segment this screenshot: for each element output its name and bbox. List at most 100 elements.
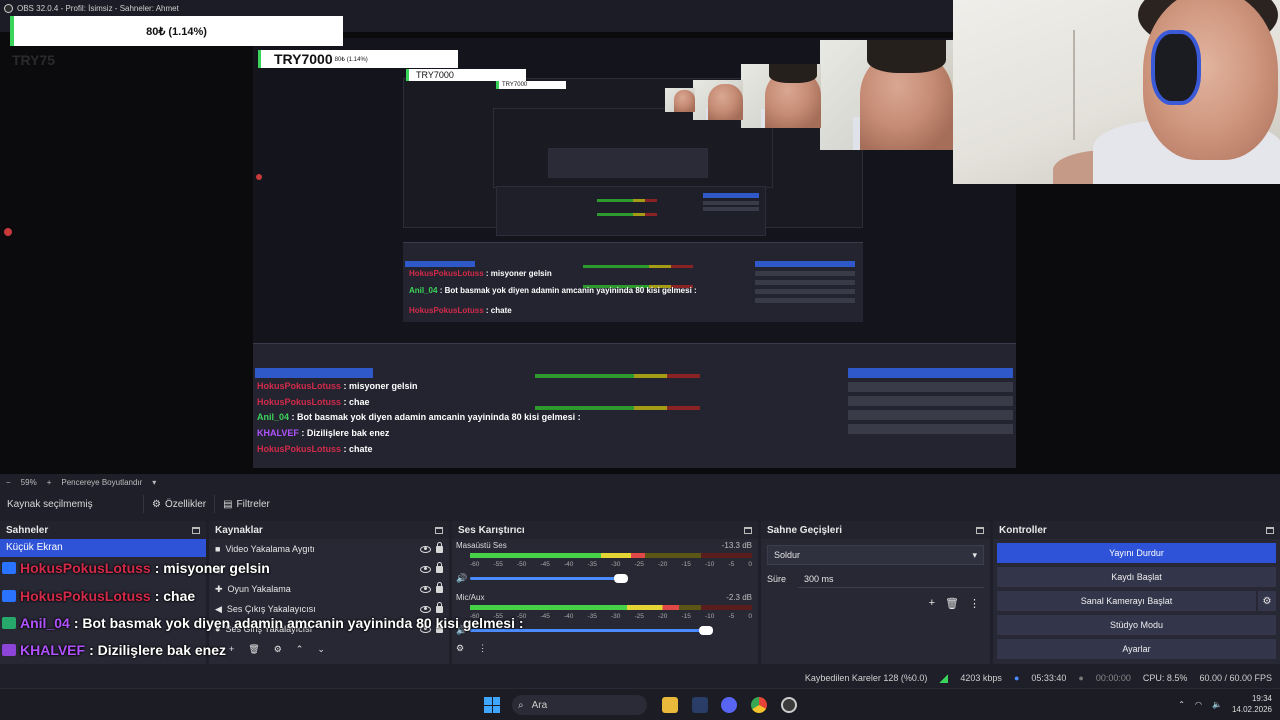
volume-slider[interactable]: [470, 574, 628, 583]
filters-button[interactable]: ▤ Filtreler: [214, 495, 278, 513]
meter-scale: -60 -55 -50 -45 -40 -35 -30 -25 -20 -15 -10 -5 0: [470, 561, 752, 569]
more-icon[interactable]: ⋮: [478, 643, 487, 654]
steam-icon[interactable]: [692, 697, 708, 713]
chevron-down-icon: ▾: [972, 549, 977, 560]
studio-mode-button[interactable]: Stüdyo Modu: [997, 615, 1276, 635]
lock-icon[interactable]: [436, 541, 443, 553]
chevron-down-icon[interactable]: ▾: [152, 478, 156, 487]
zoom-value[interactable]: 59%: [21, 478, 37, 487]
virtual-cam-button[interactable]: Sanal Kamerayı Başlat: [997, 591, 1256, 611]
nested-chat-1: HokusPokusLotuss : misyoner gelsin: [409, 269, 552, 278]
eye-icon[interactable]: [420, 545, 431, 553]
lock-icon[interactable]: [436, 561, 443, 573]
nested-chat-2: Anil_04 : Bot basmak yok diyen adamin am…: [409, 286, 697, 295]
volume-meter: [470, 553, 752, 558]
scale-tick: -45: [540, 561, 550, 568]
zoom-mode[interactable]: Pencereye Boyutlandır: [61, 478, 142, 487]
source-item[interactable]: ■ Video Yakalama Aygıtı: [209, 539, 449, 559]
badge-icon: [2, 617, 16, 629]
dock-float-icon[interactable]: [976, 526, 984, 534]
duration-input[interactable]: 300 ms: [798, 570, 984, 588]
gear-icon[interactable]: ⚙: [1258, 591, 1276, 611]
zoom-in-icon[interactable]: +: [47, 478, 52, 487]
dock-float-icon[interactable]: [192, 526, 200, 534]
chrome-icon[interactable]: [751, 697, 767, 713]
mixer-toolbar: ⚙ ⋮: [452, 643, 758, 654]
dock-float-icon[interactable]: [744, 526, 752, 534]
start-record-button[interactable]: Kaydı Başlat: [997, 567, 1276, 587]
nested-donation-1: TRY7000 80₺ (1.14%): [258, 50, 458, 68]
date: 14.02.2026: [1231, 705, 1272, 714]
record-time: 00:00:00: [1095, 673, 1131, 683]
badge-icon: [2, 644, 16, 656]
source-name: Oyun Yakalama: [227, 584, 291, 594]
file-explorer-icon[interactable]: [662, 697, 678, 713]
camera-icon: ■: [215, 544, 221, 554]
settings-button[interactable]: Ayarlar: [997, 639, 1276, 659]
badge-icon: [2, 590, 16, 602]
trash-icon[interactable]: 🗑: [945, 597, 959, 610]
more-icon[interactable]: ⋮: [969, 597, 980, 610]
taskbar-search[interactable]: ⌕ Ara: [512, 695, 647, 715]
trash-icon[interactable]: 🗑: [248, 644, 259, 655]
chat-username: KHALVEF: [20, 642, 86, 658]
gear-icon[interactable]: ⚙: [456, 643, 464, 654]
discord-icon[interactable]: [721, 697, 737, 713]
chevron-up-icon[interactable]: ⌃: [1178, 700, 1185, 709]
clock[interactable]: 19:34 14.02.2026: [1232, 693, 1272, 715]
mixer-header: Ses Karıştırıcı: [452, 521, 758, 539]
donation-amount: 80₺ (1.14%): [146, 25, 207, 38]
properties-button[interactable]: ⚙ Özellikler: [143, 495, 214, 513]
wifi-icon[interactable]: ◠: [1195, 700, 1202, 709]
dock-float-icon[interactable]: [1266, 526, 1274, 534]
scale-tick: -20: [658, 613, 668, 620]
stream-time: 05:33:40: [1031, 673, 1067, 683]
volume-meter: [470, 605, 752, 610]
transitions-dock: Sahne Geçişleri Soldur ▾ Süre 300 ms + 🗑…: [761, 521, 990, 664]
zoom-row: − 59% + Pencereye Boyutlandır ▾: [0, 474, 1280, 490]
filters-label: Filtreler: [236, 498, 270, 510]
lock-icon[interactable]: [436, 601, 443, 613]
windows-start-icon[interactable]: [484, 697, 500, 713]
scale-tick: 0: [748, 561, 752, 568]
source-item[interactable]: ✚ Oyun Yakalama: [209, 579, 449, 599]
scene-item-kucuk-ekran[interactable]: Küçük Ekran: [0, 539, 206, 557]
sources-title: Kaynaklar: [215, 524, 263, 536]
volume-icon[interactable]: 🔈: [1212, 700, 1222, 709]
chat-username: HokusPokusLotuss: [20, 588, 151, 604]
lock-icon[interactable]: [436, 581, 443, 593]
add-icon[interactable]: +: [229, 644, 234, 654]
scenes-title: Sahneler: [6, 524, 49, 536]
preview-canvas[interactable]: HokusPokusLotuss : misyoner gelsin Anil_…: [253, 38, 1016, 468]
sources-dock: Kaynaklar ■ Video Yakalama Aygıtı ▣ ✚ Oy…: [209, 521, 449, 664]
channel-name: Masaüstü Ses: [456, 541, 507, 550]
speaker-icon[interactable]: 🔊: [456, 573, 467, 584]
sources-toolbar: + 🗑 ⚙ ⌃ ⌄: [209, 639, 449, 659]
add-icon[interactable]: +: [929, 597, 935, 610]
eye-icon[interactable]: [420, 585, 431, 593]
nested-webcam-3: [693, 80, 743, 120]
scale-tick: -15: [681, 561, 691, 568]
obs-icon[interactable]: [781, 697, 797, 713]
scale-tick: -35: [587, 561, 597, 568]
move-up-icon[interactable]: ⌃: [296, 644, 304, 655]
taskbar: ⌕ Ara ⌃ ◠ 🔈 19:34 14.02.2026: [0, 688, 1280, 720]
time: 19:34: [1251, 694, 1272, 703]
cpu-usage: CPU: 8.5%: [1142, 673, 1188, 683]
eye-icon[interactable]: [420, 605, 431, 613]
scenes-header: Sahneler: [0, 521, 206, 539]
stop-stream-button[interactable]: Yayını Durdur: [997, 543, 1276, 563]
preview-area[interactable]: HokusPokusLotuss : misyoner gelsin Anil_…: [0, 0, 1280, 474]
dropped-frames: Kaybedilen Kareler 128 (%0.0): [804, 673, 928, 683]
transitions-toolbar: + 🗑 ⋮: [761, 589, 990, 610]
chat-text: : chae: [154, 588, 196, 604]
chat-message: HokusPokusLotuss : chae: [2, 588, 195, 604]
transition-select[interactable]: Soldur ▾: [767, 545, 984, 565]
move-down-icon[interactable]: ⌄: [317, 644, 325, 655]
eye-icon[interactable]: [420, 565, 431, 573]
dock-float-icon[interactable]: [435, 526, 443, 534]
zoom-out-icon[interactable]: −: [6, 478, 11, 487]
gear-icon[interactable]: ⚙: [274, 644, 282, 655]
scale-tick: -40: [564, 613, 574, 620]
nested-docks-panel: HokusPokusLotuss : misyoner gelsin Anil_…: [403, 242, 863, 322]
